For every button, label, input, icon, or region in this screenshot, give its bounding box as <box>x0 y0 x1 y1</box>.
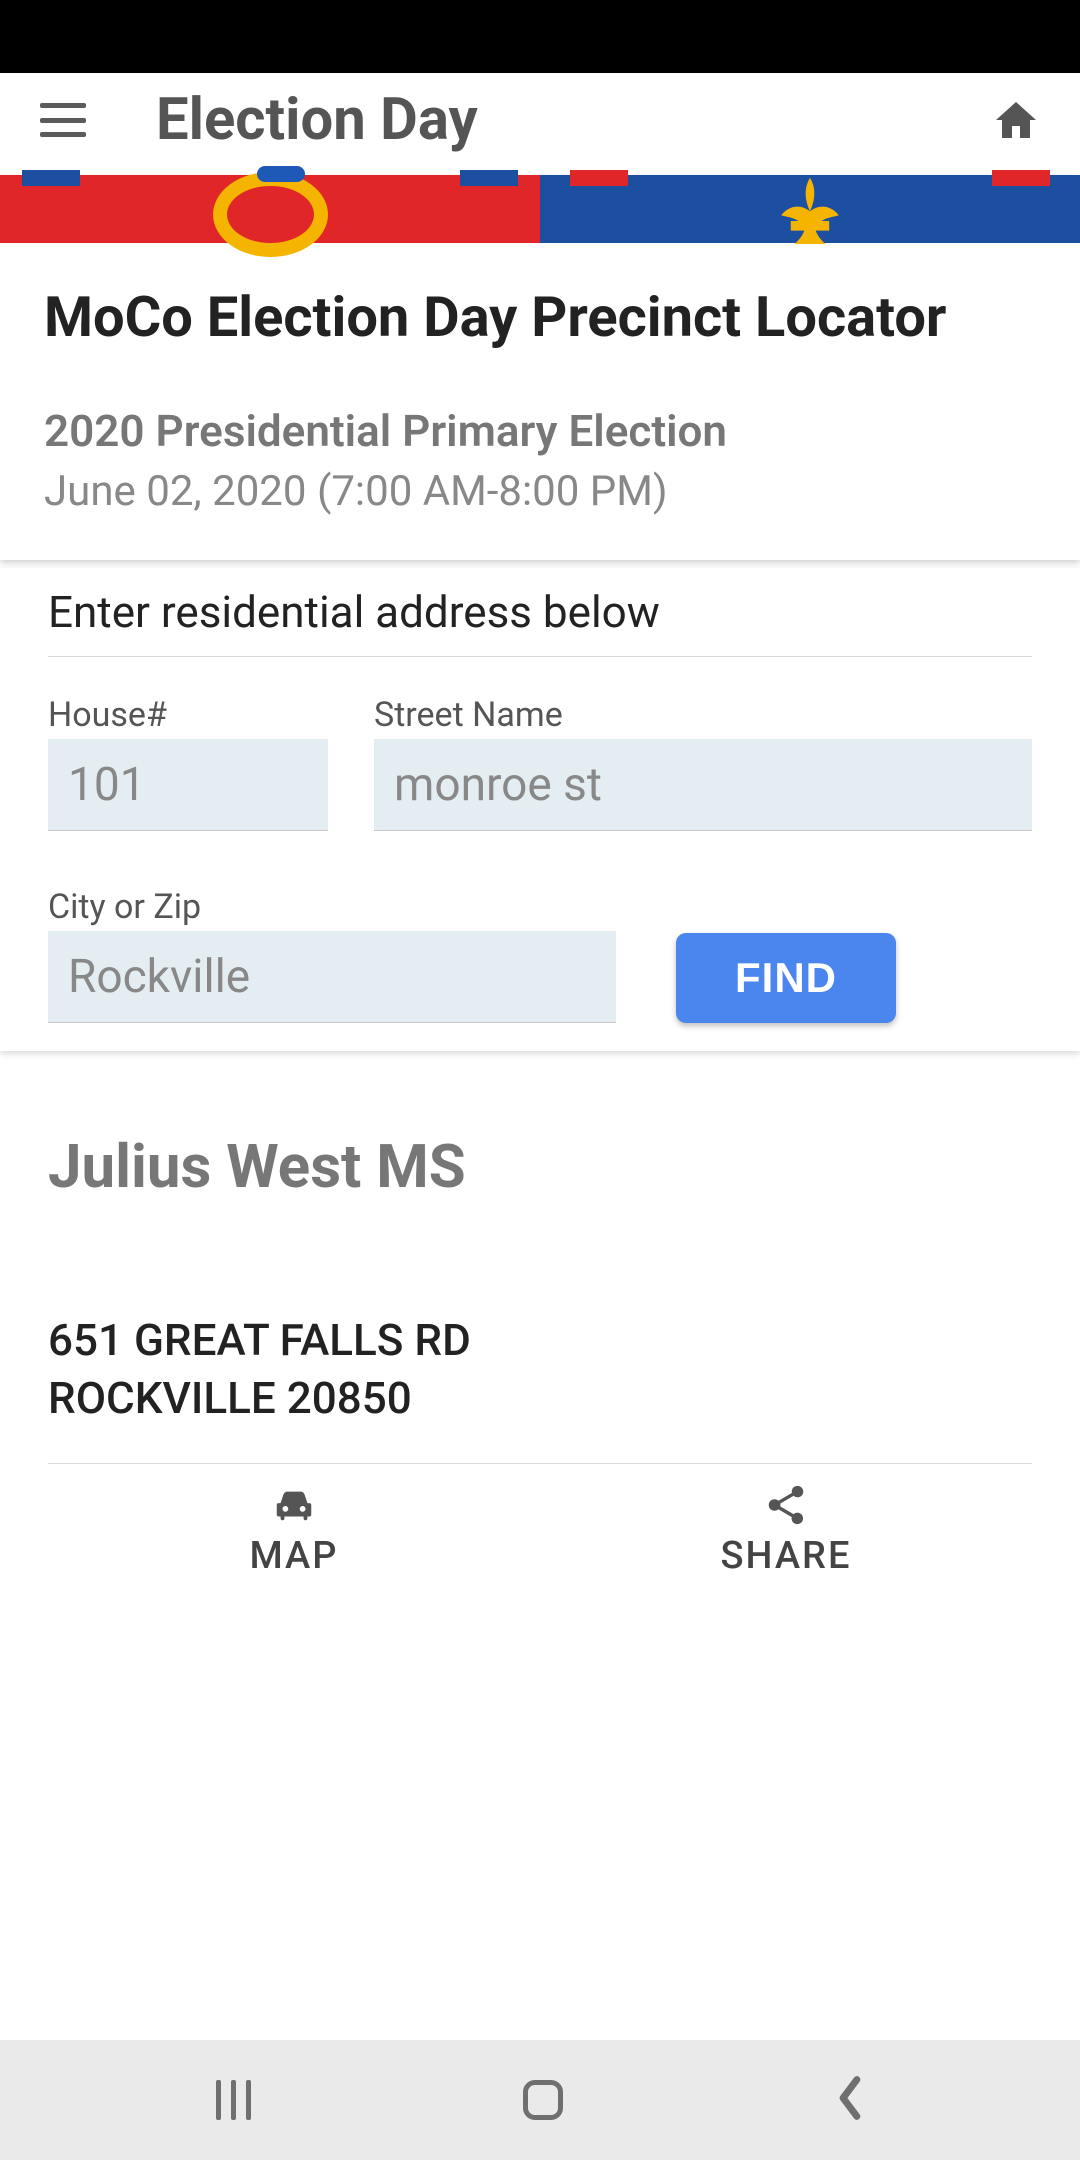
address-line-1: 651 GREAT FALLS RD <box>48 1312 1032 1369</box>
election-datetime: June 02, 2020 (7:00 AM-8:00 PM) <box>44 467 1036 516</box>
map-label: MAP <box>249 1534 338 1578</box>
address-form: Enter residential address below House# S… <box>0 568 1080 1051</box>
result-card: Julius West MS 651 GREAT FALLS RD ROCKVI… <box>0 1061 1080 1577</box>
precinct-address: 651 GREAT FALLS RD ROCKVILLE 20850 <box>48 1312 1032 1426</box>
find-button[interactable]: FIND <box>676 933 896 1023</box>
flag-right-panel <box>540 175 1080 243</box>
nav-back-icon[interactable] <box>836 2075 864 2125</box>
election-subtitle: 2020 Presidential Primary Election <box>44 405 1036 457</box>
share-label: SHARE <box>721 1534 852 1578</box>
app-bar: Election Day <box>0 73 1080 167</box>
car-icon <box>267 1482 321 1528</box>
map-button[interactable]: MAP <box>48 1482 540 1578</box>
fleur-de-lis-icon <box>762 173 858 245</box>
divider <box>48 1463 1032 1464</box>
ring-icon <box>213 172 328 257</box>
form-heading: Enter residential address below <box>48 586 1032 657</box>
share-icon <box>759 1482 813 1528</box>
appbar-title: Election Day <box>156 86 990 154</box>
nav-recent-icon[interactable] <box>216 2080 251 2120</box>
system-nav-bar <box>0 2040 1080 2160</box>
nav-home-icon[interactable] <box>523 2080 563 2120</box>
street-label: Street Name <box>374 695 1032 735</box>
house-label: House# <box>48 695 328 735</box>
city-input[interactable] <box>48 931 616 1023</box>
status-notch <box>0 0 1080 73</box>
street-input[interactable] <box>374 739 1032 831</box>
header-card: MoCo Election Day Precinct Locator 2020 … <box>0 175 1080 560</box>
precinct-name: Julius West MS <box>48 1131 1032 1202</box>
page-title: MoCo Election Day Precinct Locator <box>44 285 1036 349</box>
share-button[interactable]: SHARE <box>540 1482 1032 1578</box>
flag-left-panel <box>0 175 540 243</box>
city-label: City or Zip <box>48 887 616 927</box>
flag-banner <box>0 175 1080 243</box>
address-line-2: ROCKVILLE 20850 <box>48 1370 1032 1427</box>
house-input[interactable] <box>48 739 328 831</box>
menu-icon[interactable] <box>40 103 86 137</box>
home-icon[interactable] <box>990 96 1042 144</box>
